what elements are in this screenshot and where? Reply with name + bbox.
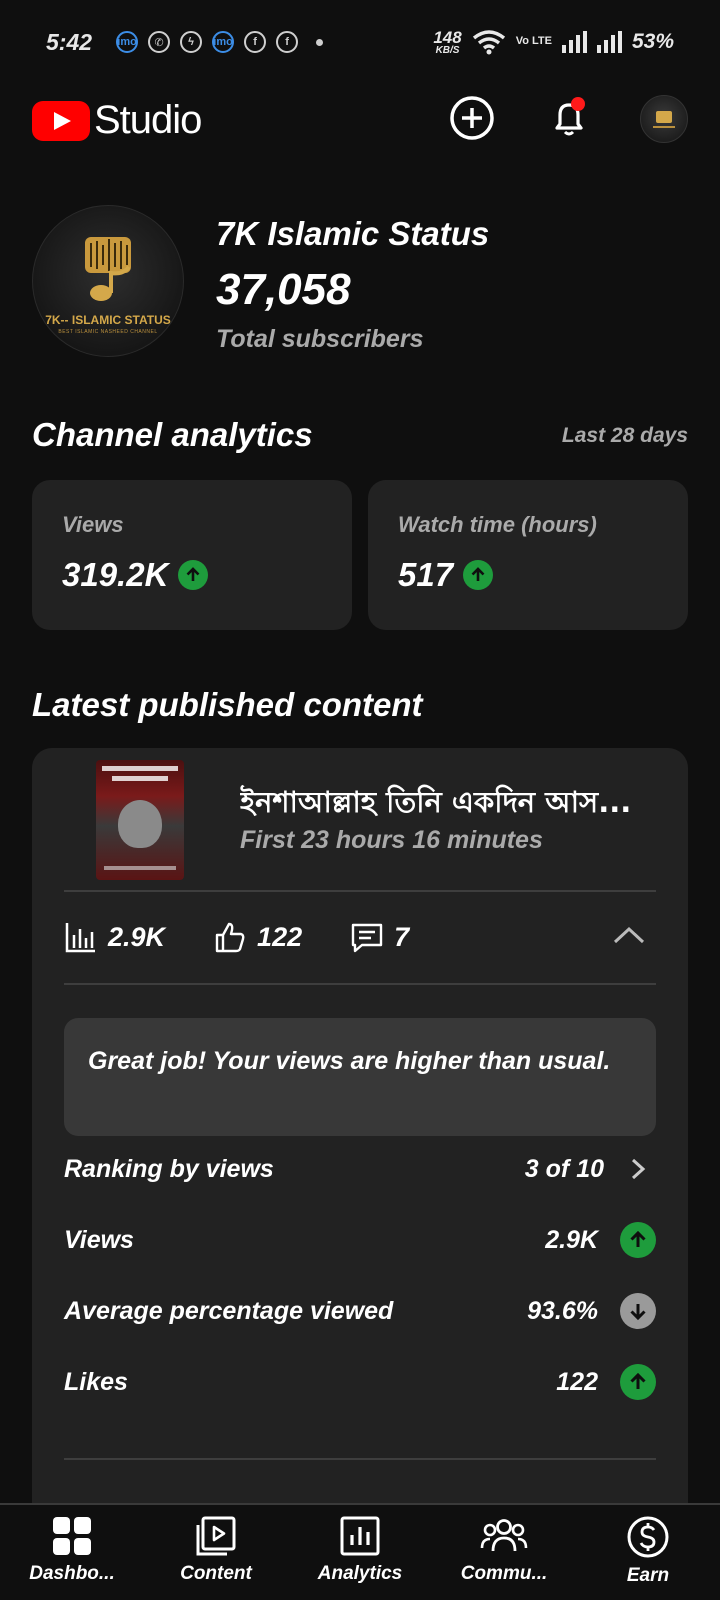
ranking-label: Ranking by views	[64, 1154, 274, 1183]
content-icon	[196, 1516, 236, 1556]
facebook-icon: f	[276, 31, 299, 53]
comment-icon	[351, 923, 383, 953]
app-name: Studio	[94, 98, 202, 142]
arrow-down-icon	[620, 1293, 656, 1329]
avg-percentage-value: 93.6%	[527, 1296, 598, 1325]
video-comments-stat: 7	[350, 920, 409, 954]
status-time: 5:42	[46, 28, 93, 55]
wifi-icon	[472, 30, 505, 55]
video-thumbnail[interactable]	[96, 760, 184, 880]
arrow-up-icon	[463, 560, 494, 590]
status-bar: 5:42 imo ✆ ϟ imo f f 148 KB/S Vo LTE 53%	[0, 0, 720, 84]
network-speed-value: 148	[433, 27, 462, 47]
nav-analytics-label: Analytics	[317, 1563, 403, 1584]
watch-time-card-value: 517	[398, 556, 454, 593]
video-views-stat: 2.9K	[64, 920, 165, 954]
bar-chart-icon	[65, 923, 95, 953]
nav-dashboard-label: Dashbo...	[29, 1563, 115, 1584]
youtube-play-icon	[32, 100, 90, 141]
nav-community-label: Commu...	[460, 1563, 548, 1584]
views-card-value: 319.2K	[62, 556, 169, 593]
watch-time-card-label: Watch time (hours)	[398, 512, 597, 537]
bottom-navigation: Dashbo... Content Analytics Commu... Ear…	[0, 1503, 720, 1600]
subscriber-count: 37,058	[216, 265, 351, 314]
music-logo-icon	[85, 237, 131, 301]
subscriber-label: Total subscribers	[216, 325, 424, 353]
avatar-sub-text: BEST ISLAMIC NASHEED CHANNEL	[58, 329, 158, 335]
channel-summary: 7K-- ISLAMIC STATUS BEST ISLAMIC NASHEED…	[32, 205, 692, 365]
video-likes-value: 122	[257, 921, 303, 952]
create-button[interactable]	[448, 94, 496, 142]
video-views-value: 2.9K	[108, 921, 166, 952]
collapse-button[interactable]	[612, 925, 646, 950]
ranking-row[interactable]: Ranking by views 3 of 10	[64, 1144, 656, 1194]
signal-icon	[561, 31, 587, 53]
views-card-label: Views	[62, 512, 124, 537]
chevron-right-icon	[626, 1157, 650, 1181]
channel-logo-icon	[653, 111, 675, 128]
chevron-up-icon	[613, 926, 645, 943]
earn-icon	[627, 1516, 669, 1558]
views-card[interactable]: Views 319.2K	[32, 480, 352, 630]
analytics-period: Last 28 days	[561, 424, 688, 447]
likes-row-value: 122	[556, 1367, 598, 1396]
watch-time-card[interactable]: Watch time (hours) 517	[368, 480, 688, 630]
app-header: Studio	[0, 88, 720, 150]
nav-earn[interactable]: Earn	[576, 1505, 720, 1600]
nav-dashboard[interactable]: Dashbo...	[0, 1505, 144, 1600]
likes-row-label: Likes	[64, 1367, 128, 1396]
video-likes-stat: 122	[213, 920, 302, 954]
nav-content-label: Content	[180, 1563, 252, 1584]
thumbs-up-icon	[215, 922, 245, 953]
community-icon	[480, 1519, 528, 1552]
ranking-value: 3 of 10	[524, 1154, 604, 1183]
channel-analytics-title: Channel analytics	[32, 416, 313, 453]
arrow-up-icon	[620, 1364, 656, 1400]
network-speed-unit: KB/S	[435, 44, 460, 56]
imo-icon: imo	[212, 31, 235, 53]
more-notifications-dot	[316, 38, 324, 46]
arrow-up-icon	[620, 1222, 656, 1258]
battery-level: 53%	[631, 30, 674, 53]
likes-row: Likes 122	[64, 1357, 656, 1407]
views-row: Views 2.9K	[64, 1215, 656, 1265]
avg-percentage-label: Average percentage viewed	[64, 1296, 394, 1325]
nav-analytics[interactable]: Analytics	[288, 1505, 432, 1600]
channel-avatar[interactable]: 7K-- ISLAMIC STATUS BEST ISLAMIC NASHEED…	[32, 205, 184, 357]
performance-message: Great job! Your views are higher than us…	[64, 1018, 656, 1136]
imo-icon: imo	[116, 31, 139, 53]
bell-icon	[555, 97, 585, 136]
video-title[interactable]: ইনশাআল্লাহ তিনি একদিন আস...	[240, 780, 670, 829]
network-speed: 148 KB/S	[433, 29, 461, 56]
views-row-value: 2.9K	[545, 1225, 598, 1254]
add-circle-icon	[450, 96, 494, 140]
studio-logo[interactable]: Studio	[32, 98, 202, 143]
video-period: First 23 hours 16 minutes	[240, 826, 543, 854]
status-bar-left: 5:42 imo ✆ ϟ imo f f	[46, 28, 324, 56]
whatsapp-icon: ✆	[148, 31, 171, 53]
dashboard-icon	[53, 1517, 91, 1555]
nav-community[interactable]: Commu...	[432, 1505, 576, 1600]
account-avatar[interactable]	[640, 95, 688, 143]
latest-content-card: ইনশাআল্লাহ তিনি একদিন আস... First 23 hou…	[32, 748, 688, 1600]
arrow-up-icon	[178, 560, 209, 590]
status-bar-right: 148 KB/S Vo LTE 53%	[433, 29, 674, 56]
channel-name: 7K Islamic Status	[216, 215, 490, 252]
avg-percentage-row: Average percentage viewed 93.6%	[64, 1286, 656, 1336]
signal-icon	[596, 31, 622, 53]
latest-content-title: Latest published content	[32, 686, 423, 723]
video-comments-value: 7	[394, 921, 410, 952]
nav-earn-label: Earn	[626, 1565, 670, 1586]
views-row-label: Views	[64, 1225, 134, 1254]
avatar-brand-text: 7K-- ISLAMIC STATUS	[45, 313, 171, 327]
facebook-icon: f	[244, 31, 267, 53]
volte-indicator: Vo LTE	[515, 35, 552, 48]
analytics-icon	[340, 1516, 380, 1556]
messenger-icon: ϟ	[180, 31, 203, 53]
notifications-button[interactable]	[545, 94, 593, 142]
nav-content[interactable]: Content	[144, 1505, 288, 1600]
video-stats-row: 2.9K 122 7	[64, 890, 656, 984]
divider	[64, 983, 656, 985]
divider	[64, 1458, 656, 1460]
